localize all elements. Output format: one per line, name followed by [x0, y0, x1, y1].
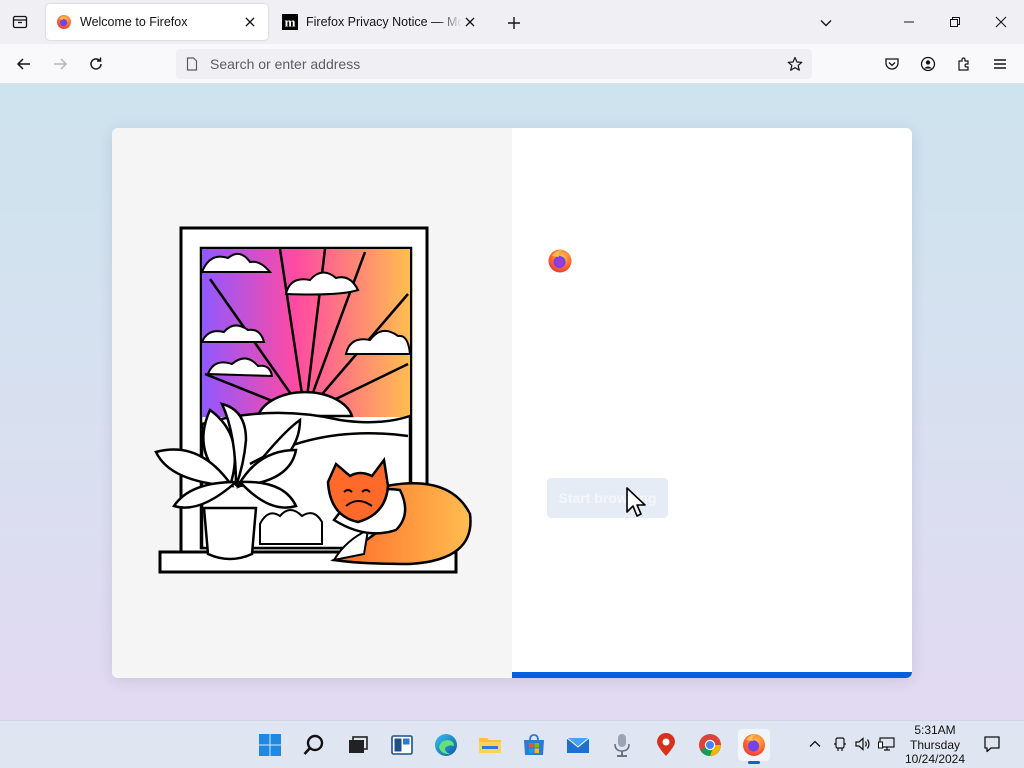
device-tray-button[interactable] [829, 733, 851, 755]
network-monitor-icon [878, 737, 895, 751]
windows-taskbar: 5:31AM Thursday 10/24/2024 [0, 720, 1024, 768]
firefox-taskbar-button[interactable] [738, 729, 770, 764]
minimize-icon [904, 21, 914, 23]
welcome-panel: Start browsing [512, 128, 912, 678]
clock-date: 10/24/2024 [904, 752, 966, 766]
microphone-app-icon [614, 734, 630, 757]
pocket-icon [885, 58, 899, 70]
extensions-button[interactable] [950, 50, 978, 78]
mail-button[interactable] [562, 729, 594, 761]
taskbar-search-button[interactable] [298, 729, 330, 761]
speaker-icon [855, 737, 870, 751]
show-hidden-icons-button[interactable] [804, 733, 826, 755]
onboarding-card: Start browsing [112, 128, 912, 678]
widgets-button[interactable] [386, 729, 418, 761]
new-tab-button[interactable] [503, 12, 525, 34]
firefox-icon [57, 15, 71, 29]
file-explorer-icon [479, 738, 501, 753]
maps-button[interactable] [650, 729, 682, 761]
account-button[interactable] [914, 50, 942, 78]
app-menu-button[interactable] [986, 50, 1014, 78]
firefox-logo-icon [548, 249, 572, 273]
clock-day: Thursday [909, 737, 961, 752]
chevron-up-icon [809, 740, 821, 747]
voice-recorder-button[interactable] [606, 729, 638, 761]
account-icon [920, 56, 936, 72]
volume-button[interactable] [852, 733, 874, 755]
back-button[interactable] [10, 50, 38, 78]
edge-icon [435, 734, 457, 756]
page-content: Start browsing [0, 84, 1024, 720]
plus-icon [508, 17, 520, 29]
puzzle-icon [958, 57, 969, 71]
reload-button[interactable] [82, 50, 110, 78]
hamburger-menu-icon [994, 59, 1006, 69]
bookmark-star-button[interactable] [786, 55, 804, 73]
chrome-button[interactable] [694, 729, 726, 761]
widgets-icon [391, 735, 413, 755]
tab-privacy-notice[interactable]: m Firefox Privacy Notice — Mozilla [272, 4, 488, 40]
list-all-tabs-button[interactable] [815, 12, 837, 34]
task-view-button[interactable] [342, 729, 374, 761]
file-explorer-button[interactable] [474, 729, 506, 761]
mozilla-m-icon: m [282, 14, 298, 30]
illustration-panel [112, 128, 512, 678]
maps-pin-icon [657, 733, 675, 756]
windows-start-button[interactable] [254, 729, 286, 761]
notifications-button[interactable] [981, 733, 1003, 755]
chrome-icon [699, 734, 721, 756]
svg-text:m: m [285, 15, 296, 30]
tab-title: Firefox Privacy Notice — Mozilla [306, 15, 462, 29]
tab-title: Welcome to Firefox [80, 15, 188, 29]
search-icon [303, 734, 324, 755]
arrow-right-icon [54, 58, 68, 70]
start-browsing-button[interactable]: Start browsing [547, 478, 668, 518]
arrow-left-icon [16, 58, 30, 70]
firefox-view-button[interactable] [0, 0, 40, 44]
forward-button[interactable] [46, 50, 74, 78]
restore-icon [950, 17, 960, 27]
star-icon [787, 56, 803, 71]
mail-icon [566, 737, 590, 753]
firefox-icon [743, 734, 765, 756]
edge-taskbar-button[interactable] [430, 729, 462, 761]
firefox-view-icon [12, 15, 28, 29]
windows-start-icon [259, 734, 281, 756]
fox-window-illustration [154, 226, 472, 574]
microsoft-store-icon [524, 734, 544, 755]
page-icon [184, 56, 200, 72]
close-icon [465, 17, 475, 27]
microsoft-store-button[interactable] [518, 729, 550, 761]
network-button[interactable] [876, 733, 898, 755]
reload-icon [90, 57, 102, 70]
onboarding-progress-bar [512, 672, 912, 678]
close-window-button[interactable] [978, 0, 1024, 44]
restore-button[interactable] [932, 0, 978, 44]
minimize-button[interactable] [886, 0, 932, 44]
close-icon [245, 17, 255, 27]
mouse-cursor-icon [626, 487, 646, 517]
tab-welcome[interactable]: Welcome to Firefox [46, 4, 268, 40]
close-tab-button[interactable] [462, 14, 478, 30]
tab-strip: Welcome to Firefox m Firefox Privacy Not… [0, 0, 1024, 44]
taskbar-clock[interactable]: 5:31AM Thursday 10/24/2024 [900, 723, 970, 767]
notification-bubble-icon [984, 736, 1000, 753]
device-icon [834, 737, 846, 751]
address-input[interactable] [210, 56, 770, 72]
address-bar[interactable] [176, 49, 812, 79]
close-tab-button[interactable] [242, 14, 258, 30]
clock-time: 5:31AM [914, 723, 956, 737]
close-icon [995, 16, 1007, 28]
chevron-down-icon [820, 20, 832, 27]
navigation-toolbar [0, 44, 1024, 84]
pocket-button[interactable] [878, 50, 906, 78]
task-view-icon [349, 736, 368, 753]
